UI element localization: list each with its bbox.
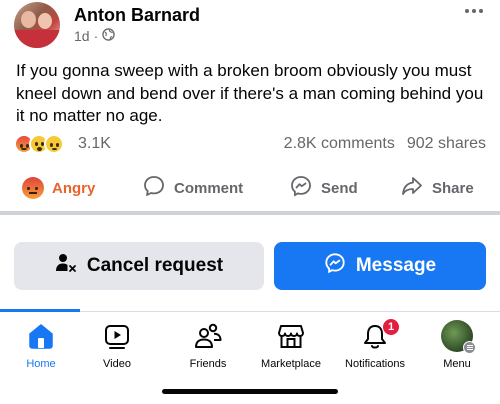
tab-menu[interactable]: Menu: [412, 318, 500, 378]
tab-label-friends: Friends: [189, 358, 227, 370]
tab-label-notifications: Notifications: [345, 358, 405, 370]
cancel-friend-request-icon: [55, 252, 77, 280]
send-button[interactable]: Send: [289, 170, 358, 206]
video-icon: [102, 318, 132, 354]
tab-friends[interactable]: Friends: [163, 318, 253, 378]
friends-icon: [193, 318, 223, 354]
author-name[interactable]: Anton Barnard: [74, 5, 200, 26]
comment-icon: [142, 174, 166, 202]
post-header: Anton Barnard 1d ·: [14, 2, 486, 50]
bottom-tab-bar: Home Video Friends Marketplace 1 Notific…: [0, 318, 500, 378]
reactions-summary: 3.1K 2.8K comments 902 shares: [14, 134, 486, 156]
cancel-request-button[interactable]: Cancel request: [14, 242, 264, 290]
comments-count[interactable]: 2.8K comments: [284, 135, 395, 153]
angry-emoji-icon: [22, 177, 44, 199]
share-label: Share: [432, 179, 474, 197]
section-divider: [0, 211, 500, 215]
tab-label-menu: Menu: [443, 358, 471, 370]
tab-label-video: Video: [103, 358, 131, 370]
reaction-count[interactable]: 3.1K: [78, 135, 111, 153]
post-meta: 1d ·: [74, 28, 115, 44]
home-icon: [26, 318, 56, 354]
tab-video[interactable]: Video: [72, 318, 162, 378]
engagement-counts: 2.8K comments 902 shares: [284, 135, 486, 153]
author-avatar[interactable]: [14, 2, 60, 48]
menu-avatar: [441, 320, 476, 354]
cancel-request-label: Cancel request: [86, 255, 224, 276]
post-action-bar: Angry Comment Send Share: [0, 170, 500, 206]
tab-bar-divider: [80, 311, 500, 312]
comment-label: Comment: [174, 179, 244, 197]
reaction-icons[interactable]: [14, 134, 64, 154]
post-time[interactable]: 1d: [74, 28, 90, 44]
messenger-icon: [324, 252, 346, 280]
send-label: Send: [321, 179, 358, 197]
message-label: Message: [355, 255, 437, 276]
sad-reaction-icon: [44, 134, 64, 154]
shares-count[interactable]: 902 shares: [407, 135, 486, 153]
share-button[interactable]: Share: [400, 170, 474, 206]
home-indicator[interactable]: [162, 389, 338, 394]
angry-reaction-button[interactable]: Angry: [22, 170, 95, 206]
tab-notifications[interactable]: 1 Notifications: [330, 318, 420, 378]
angry-label: Angry: [52, 179, 96, 197]
meta-separator: ·: [93, 28, 99, 44]
bell-icon: 1: [360, 318, 400, 354]
more-options-icon[interactable]: [462, 4, 486, 18]
message-button[interactable]: Message: [274, 242, 486, 290]
profile-action-buttons: Cancel request Message: [14, 242, 486, 290]
active-tab-indicator: [0, 309, 80, 312]
share-arrow-icon: [400, 174, 424, 202]
tab-marketplace[interactable]: Marketplace: [246, 318, 336, 378]
hamburger-icon: [463, 341, 476, 354]
menu-icon-wrap: [441, 318, 476, 354]
messenger-icon: [289, 174, 313, 202]
marketplace-icon: [276, 318, 306, 354]
comment-button[interactable]: Comment: [142, 170, 243, 206]
globe-icon: [102, 28, 115, 44]
tab-label-home: Home: [26, 358, 56, 370]
notification-badge: 1: [382, 318, 400, 336]
tab-label-marketplace: Marketplace: [261, 358, 321, 370]
post-text: If you gonna sweep with a broken broom o…: [16, 61, 484, 125]
